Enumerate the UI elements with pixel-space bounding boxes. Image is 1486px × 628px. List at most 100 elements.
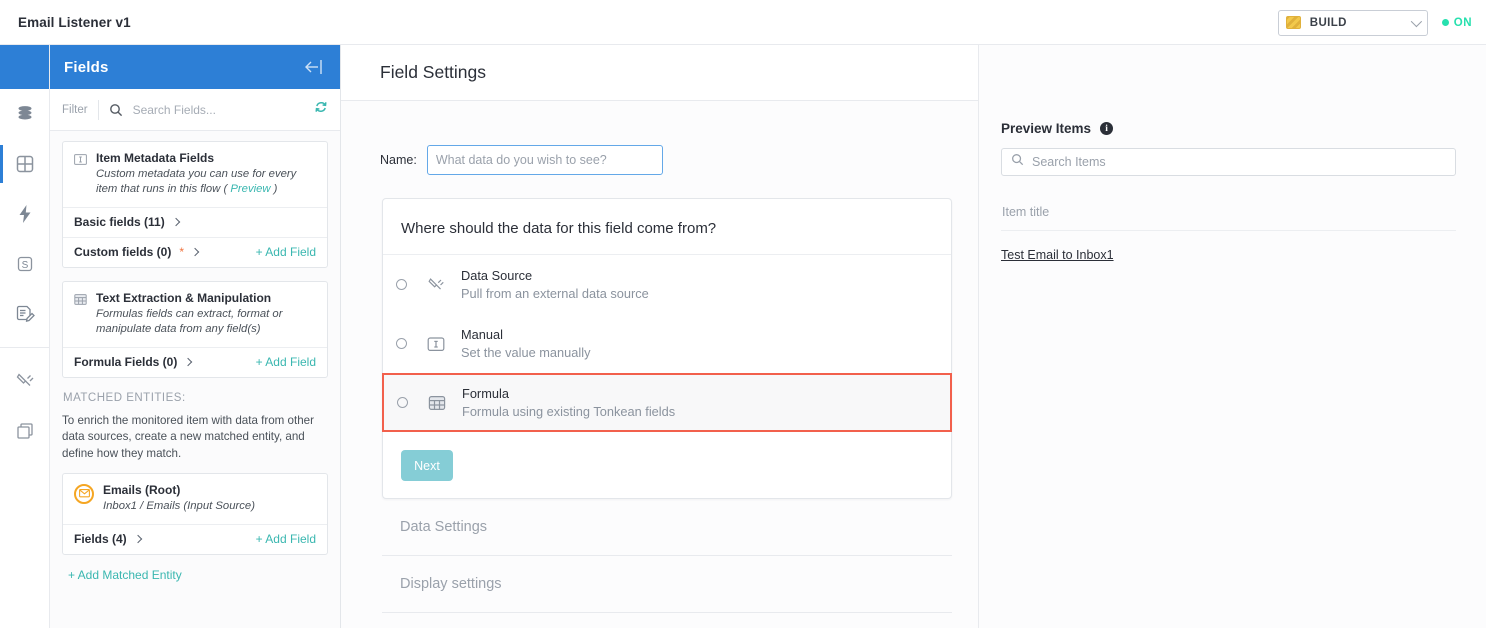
required-asterisk-icon: * [179, 245, 184, 259]
collapse-left-icon[interactable] [302, 56, 328, 78]
data-source-card: Where should the data for this field com… [382, 198, 952, 499]
status-badge[interactable]: ON [1442, 17, 1472, 29]
rail-item-connectors[interactable] [0, 356, 49, 406]
chevron-right-icon [184, 358, 192, 366]
info-icon[interactable]: i [1100, 122, 1113, 135]
preview-title: Preview Items [1001, 121, 1091, 136]
status-label: ON [1454, 17, 1472, 29]
fields-filter-bar: Filter Search Fields... [50, 89, 340, 131]
row-custom-fields[interactable]: Custom fields (0) * + Add Field [63, 237, 327, 267]
chevron-right-icon [133, 535, 141, 543]
top-bar-right: BUILD ON [1278, 0, 1472, 45]
name-label: Name: [380, 153, 417, 167]
fields-search-input[interactable]: Search Fields... [133, 103, 304, 117]
option-text: Formula Formula using existing Tonkean f… [462, 386, 675, 419]
app-root: Email Listener v1 BUILD ON [0, 0, 1486, 628]
option-text: Data Source Pull from an external data s… [461, 268, 649, 301]
search-icon [1011, 153, 1024, 171]
desc-tail: ) [271, 183, 278, 195]
add-matched-entity-button[interactable]: + Add Matched Entity [68, 568, 328, 582]
preview-column-header: Item title [1002, 205, 1456, 219]
section-data-settings[interactable]: Data Settings [382, 499, 952, 556]
rail-header-block [0, 45, 49, 89]
lightning-icon [14, 203, 36, 225]
rail-divider [0, 347, 49, 348]
chevron-right-icon [191, 248, 199, 256]
row-left: Fields (4) [74, 532, 141, 546]
entity-subtitle: Inbox1 / Emails (Input Source) [103, 499, 255, 514]
radio-icon[interactable] [396, 338, 407, 349]
preview-search-input[interactable]: Search Items [1032, 155, 1106, 169]
add-field-button[interactable]: + Add Field [256, 245, 316, 259]
divider [1001, 230, 1456, 231]
section-display-settings[interactable]: Display settings [382, 556, 952, 613]
card-title: Text Extraction & Manipulation [96, 291, 316, 305]
rail-item-forms[interactable] [0, 289, 49, 339]
add-field-button[interactable]: + Add Field [256, 355, 316, 369]
chevron-right-icon [171, 218, 179, 226]
card-text-extraction: Text Extraction & Manipulation Formulas … [62, 281, 328, 378]
rail-item-data-sources[interactable] [0, 89, 49, 139]
radio-icon[interactable] [396, 279, 407, 290]
option-manual[interactable]: Manual Set the value manually [383, 314, 951, 373]
row-formula-fields[interactable]: Formula Fields (0) + Add Field [63, 347, 327, 377]
option-title: Formula [462, 386, 675, 401]
row-left: Formula Fields (0) [74, 355, 191, 369]
field-settings-header: Field Settings [341, 45, 978, 101]
next-button[interactable]: Next [401, 450, 453, 481]
grid-icon [14, 153, 36, 175]
option-description: Pull from an external data source [461, 286, 649, 301]
add-field-button[interactable]: + Add Field [256, 532, 316, 546]
page-title: Field Settings [380, 62, 486, 83]
card-header: Emails (Root) Inbox1 / Emails (Input Sou… [63, 474, 327, 524]
text-input-icon [425, 335, 447, 353]
striped-swatch-icon [1286, 16, 1301, 29]
rail-item-versions[interactable] [0, 406, 49, 456]
option-formula[interactable]: Formula Formula using existing Tonkean f… [382, 373, 952, 432]
card-item-metadata-fields: Item Metadata Fields Custom metadata you… [62, 141, 328, 268]
document-edit-icon [14, 303, 36, 325]
next-button-wrap: Next [383, 432, 951, 498]
status-dot-icon [1442, 19, 1449, 26]
preview-header: Preview Items i [1001, 121, 1456, 136]
table-icon [426, 394, 448, 412]
preview-item-link[interactable]: Test Email to Inbox1 [1001, 248, 1114, 262]
preview-inner: Preview Items i Search Items Item title … [979, 45, 1486, 264]
top-bar: Email Listener v1 BUILD ON [0, 0, 1486, 45]
field-settings-panel: Field Settings Name: Where should the da… [341, 45, 978, 628]
option-text: Manual Set the value manually [461, 327, 590, 360]
preview-search-box[interactable]: Search Items [1001, 148, 1456, 176]
filter-label[interactable]: Filter [62, 104, 88, 116]
rail-item-solution[interactable]: S [0, 239, 49, 289]
card-matched-entity-emails: Emails (Root) Inbox1 / Emails (Input Sou… [62, 473, 328, 555]
name-input[interactable] [427, 145, 663, 175]
row-basic-fields[interactable]: Basic fields (11) [63, 207, 327, 237]
rail-item-fields[interactable] [0, 139, 49, 189]
option-title: Manual [461, 327, 590, 342]
card-header: Item Metadata Fields Custom metadata you… [63, 142, 327, 207]
preview-link[interactable]: Preview [230, 183, 270, 195]
option-title: Data Source [461, 268, 649, 283]
row-label: Basic fields (11) [74, 215, 165, 229]
matched-entities-description: To enrich the monitored item with data f… [62, 413, 328, 462]
plug-icon [425, 275, 447, 295]
option-data-source[interactable]: Data Source Pull from an external data s… [383, 255, 951, 314]
refresh-icon[interactable] [314, 100, 328, 119]
radio-icon[interactable] [397, 397, 408, 408]
row-label: Fields (4) [74, 532, 127, 546]
fields-panel-header: Fields [50, 45, 340, 89]
row-left: Basic fields (11) [74, 215, 179, 229]
name-row: Name: [366, 145, 953, 175]
row-entity-fields[interactable]: Fields (4) + Add Field [63, 524, 327, 554]
divider [98, 100, 99, 120]
environment-label: BUILD [1310, 17, 1347, 29]
svg-text:S: S [21, 260, 28, 271]
app-title: Email Listener v1 [18, 15, 131, 30]
search-icon [109, 103, 123, 117]
environment-select[interactable]: BUILD [1278, 10, 1428, 36]
row-label: Custom fields (0) [74, 245, 171, 259]
rail-item-actions[interactable] [0, 189, 49, 239]
database-icon [14, 103, 36, 125]
row-left: Custom fields (0) * [74, 245, 198, 259]
option-description: Formula using existing Tonkean fields [462, 404, 675, 419]
